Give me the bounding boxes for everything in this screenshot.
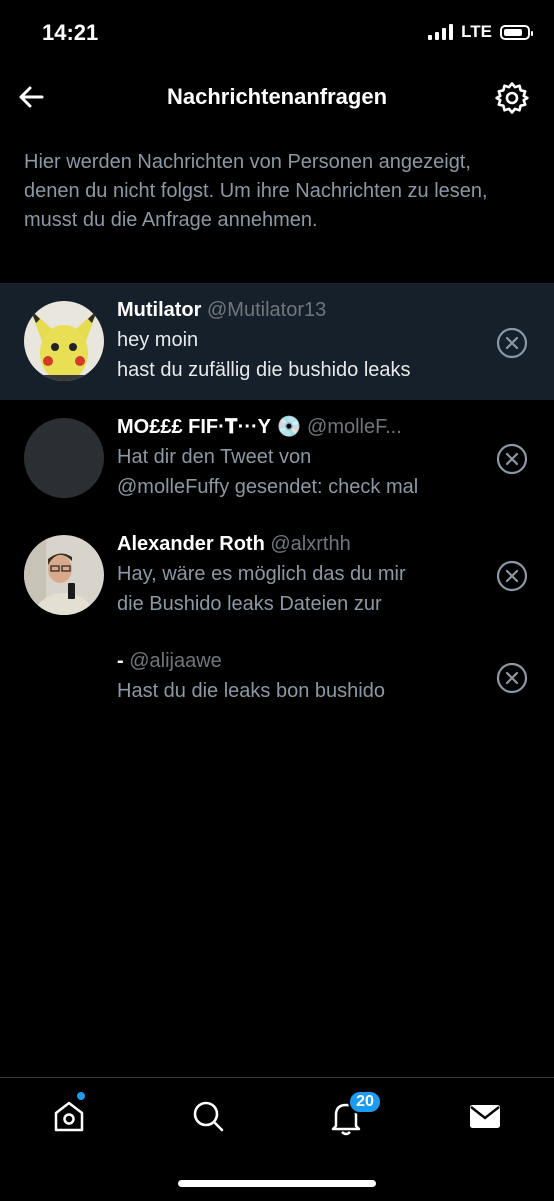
new-content-dot (75, 1090, 87, 1102)
battery-icon (500, 24, 533, 40)
conversation-header: Alexander Roth @alxrthh (117, 529, 477, 559)
sender-handle: @molleF... (307, 416, 402, 438)
close-circle-icon (496, 443, 528, 475)
close-circle-icon (496, 560, 528, 592)
search-icon (193, 1101, 224, 1132)
close-circle-icon (496, 327, 528, 359)
conversation-row[interactable]: MO£££ FIF·𝐓···Y 💿 @molleF... Hat dir den… (0, 400, 554, 517)
message-preview-line: Hay, wäre es möglich das du mir (117, 563, 406, 585)
message-preview-line: hast du zufällig die bushido leaks (117, 359, 411, 381)
info-text: Hier werden Nachrichten von Personen ang… (24, 151, 488, 231)
conversation-text: MO£££ FIF·𝐓···Y 💿 @molleF... Hat dir den… (117, 412, 477, 502)
message-preview-line: Hast du die leaks bon bushido (117, 680, 385, 702)
status-indicators: LTE (428, 22, 533, 42)
sender-handle: @alxrthh (270, 533, 351, 555)
dismiss-button[interactable] (496, 662, 528, 694)
message-preview-line: die Bushido leaks Dateien zur (117, 593, 382, 615)
dismiss-button[interactable] (496, 443, 528, 475)
home-indicator[interactable] (178, 1180, 376, 1187)
tab-home[interactable] (49, 1090, 89, 1136)
dismiss-button[interactable] (496, 327, 528, 359)
avatar (24, 535, 104, 615)
page-title: Nachrichtenanfragen (166, 84, 388, 109)
close-circle-icon (496, 662, 528, 694)
avatar (24, 301, 104, 381)
status-time: 14:21 (42, 20, 99, 45)
header: Nachrichtenanfragen (0, 66, 554, 130)
conversation-text: Alexander Roth @alxrthh Hay, wäre es mög… (117, 529, 477, 619)
sender-handle: @Mutilator13 (207, 299, 327, 321)
conversation-text: Mutilator @Mutilator13 hey moin hast du … (117, 295, 477, 385)
dismiss-button[interactable] (496, 560, 528, 592)
message-preview-line: hey moin (117, 329, 199, 351)
sender-name: - (117, 650, 124, 672)
envelope-icon (470, 1105, 500, 1128)
tab-messages[interactable] (465, 1096, 505, 1136)
sender-name: Alexander Roth (117, 533, 265, 555)
gear-icon (495, 82, 529, 114)
tab-search[interactable] (188, 1096, 228, 1136)
signal-icon (428, 24, 454, 40)
conversation-text: - @alijaawe Hast du die leaks bon bushid… (117, 646, 477, 706)
conversation-row[interactable]: - @alijaawe Hast du die leaks bon bushid… (0, 634, 554, 724)
sender-name: Mutilator (117, 299, 202, 321)
conversation-row[interactable]: Mutilator @Mutilator13 hey moin hast du … (0, 283, 554, 400)
network-label: LTE (461, 22, 492, 41)
conversation-header: MO£££ FIF·𝐓···Y 💿 @molleF... (117, 412, 477, 442)
sender-handle: @alijaawe (129, 650, 222, 672)
notification-count-badge: 20 (348, 1090, 382, 1114)
avatar (24, 418, 104, 498)
settings-button[interactable] (494, 80, 530, 116)
conversation-row[interactable]: Alexander Roth @alxrthh Hay, wäre es mög… (0, 517, 554, 634)
conversation-header: - @alijaawe (117, 646, 477, 676)
conversation-header: Mutilator @Mutilator13 (117, 295, 477, 325)
status-bar: 14:21 LTE (0, 0, 554, 66)
cd-emoji: 💿 (276, 416, 302, 438)
message-preview-line: Hat dir den Tweet von (117, 446, 312, 468)
home-icon (54, 1101, 84, 1132)
sender-name: MO£££ FIF·𝐓···Y (117, 416, 271, 438)
message-preview-line: @molleFuffy gesendet: check mal (117, 476, 419, 498)
